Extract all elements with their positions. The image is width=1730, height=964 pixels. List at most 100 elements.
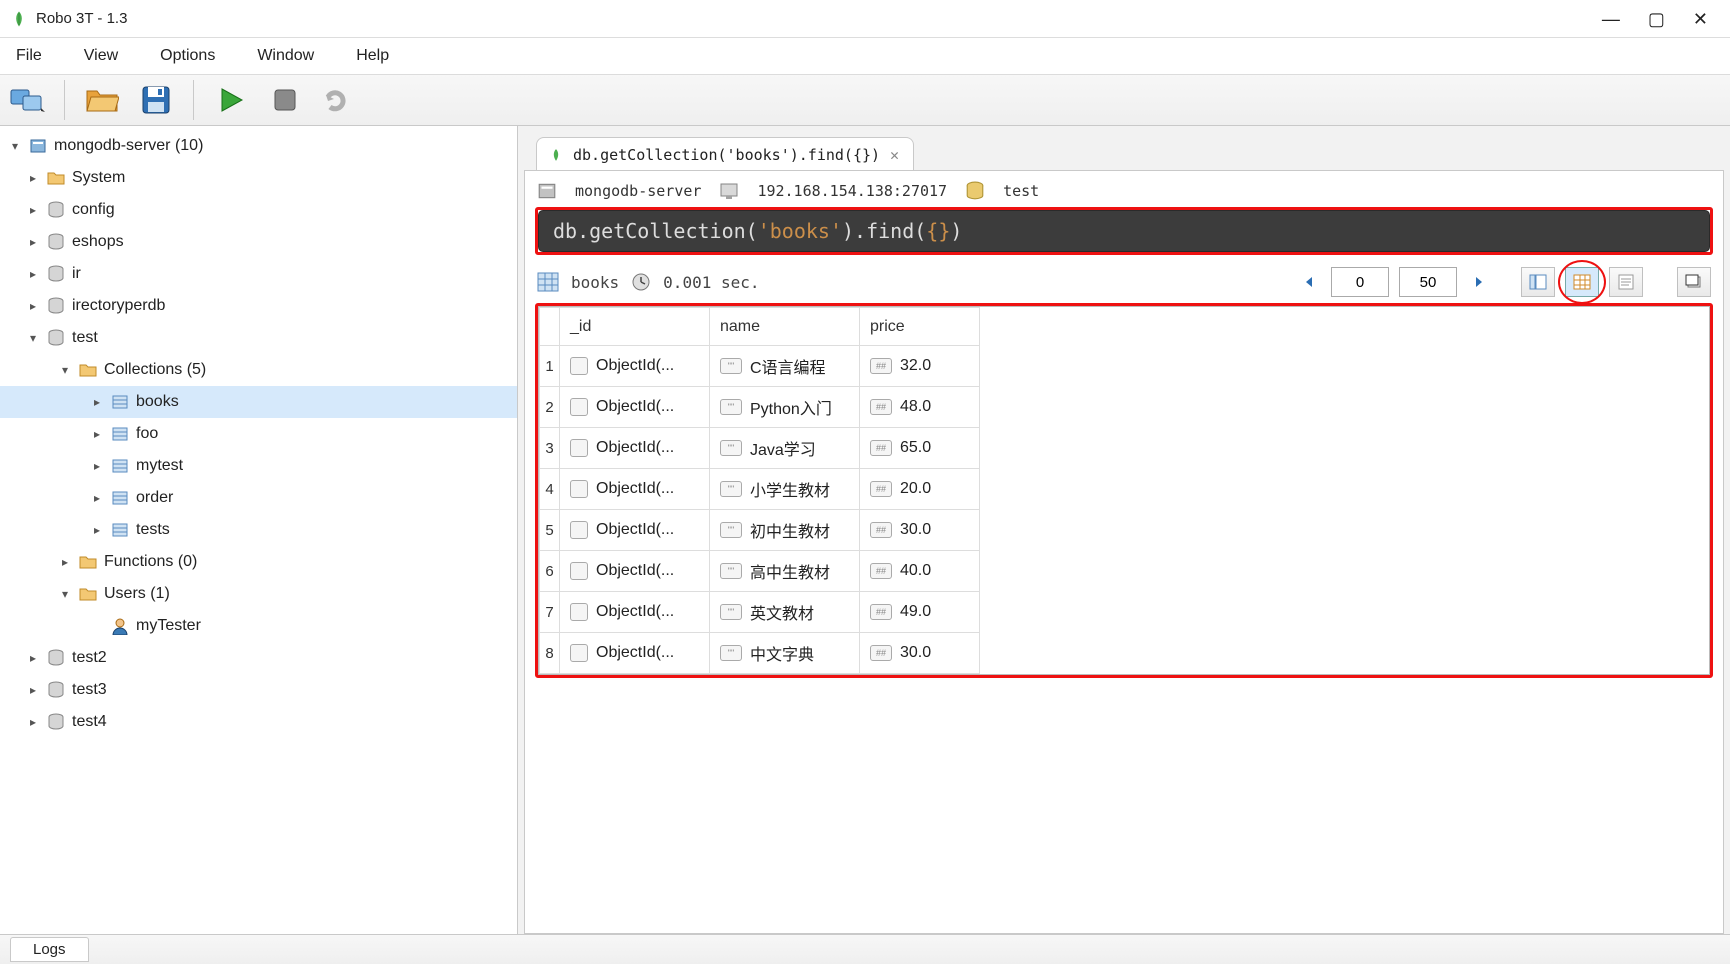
chevron-down-icon[interactable]: ▾ (24, 329, 42, 347)
menu-window[interactable]: Window (251, 43, 320, 69)
page-offset-input[interactable] (1331, 267, 1389, 297)
chevron-down-icon[interactable]: ▾ (56, 361, 74, 379)
result-grid[interactable]: _id name price 1ObjectId(...""C语言编程##32.… (538, 306, 1710, 675)
chevron-right-icon[interactable]: ▸ (88, 489, 106, 507)
tree-server[interactable]: ▾ mongodb-server (10) (0, 130, 517, 162)
row-number: 1 (540, 346, 560, 387)
chevron-down-icon[interactable]: ▾ (56, 585, 74, 603)
cell-id: ObjectId(... (596, 398, 674, 416)
table-row[interactable]: 6ObjectId(...""高中生教材##40.0 (540, 551, 980, 592)
chevron-right-icon[interactable]: ▸ (24, 265, 42, 283)
chevron-right-icon[interactable]: ▸ (24, 169, 42, 187)
page-limit-input[interactable] (1399, 267, 1457, 297)
status-bar: Logs (0, 934, 1730, 964)
connect-button[interactable] (6, 79, 48, 121)
tree-functions[interactable]: ▸ Functions (0) (0, 546, 517, 578)
close-button[interactable]: ✕ (1693, 10, 1708, 28)
tree-label: order (136, 489, 173, 507)
chevron-right-icon[interactable]: ▸ (56, 553, 74, 571)
query-editor[interactable]: db.getCollection('books').find({}) (538, 210, 1710, 252)
chevron-right-icon[interactable]: ▸ (24, 681, 42, 699)
tree-user-mytester[interactable]: myTester (0, 610, 517, 642)
chevron-right-icon[interactable]: ▸ (24, 297, 42, 315)
database-icon (46, 200, 66, 220)
chevron-down-icon[interactable]: ▾ (6, 137, 24, 155)
chevron-right-icon[interactable]: ▸ (24, 233, 42, 251)
tree-collection-order[interactable]: ▸ order (0, 482, 517, 514)
tree-server-label: mongodb-server (10) (54, 137, 203, 155)
folder-icon (46, 168, 66, 188)
folder-icon (78, 584, 98, 604)
tree-db-irectoryperdb[interactable]: ▸ irectoryperdb (0, 290, 517, 322)
tree-db-ir[interactable]: ▸ ir (0, 258, 517, 290)
tree-collection-books[interactable]: ▸ books (0, 386, 517, 418)
menu-file[interactable]: File (10, 43, 48, 69)
stop-button[interactable] (264, 79, 306, 121)
cell-name: Java学习 (750, 436, 816, 460)
cell-id: ObjectId(... (596, 644, 674, 662)
view-tree-button[interactable] (1521, 267, 1555, 297)
logs-button[interactable]: Logs (10, 937, 89, 962)
string-icon: "" (720, 645, 742, 661)
chevron-right-icon[interactable]: ▸ (88, 393, 106, 411)
chevron-right-icon[interactable]: ▸ (24, 713, 42, 731)
save-button[interactable] (135, 79, 177, 121)
tree-users[interactable]: ▾ Users (1) (0, 578, 517, 610)
open-button[interactable] (81, 79, 123, 121)
tab-close-icon[interactable]: ✕ (890, 146, 899, 164)
table-row[interactable]: 2ObjectId(...""Python入门##48.0 (540, 387, 980, 428)
col-name[interactable]: name (710, 308, 860, 346)
tree-collections[interactable]: ▾ Collections (5) (0, 354, 517, 386)
tree-label: Users (1) (104, 585, 170, 603)
chevron-right-icon[interactable]: ▸ (88, 521, 106, 539)
minimize-button[interactable]: — (1602, 10, 1620, 28)
table-row[interactable]: 8ObjectId(...""中文字典##30.0 (540, 633, 980, 674)
table-row[interactable]: 5ObjectId(...""初中生教材##30.0 (540, 510, 980, 551)
chevron-right-icon[interactable]: ▸ (24, 649, 42, 667)
view-table-button[interactable] (1565, 267, 1599, 297)
tree-collection-foo[interactable]: ▸ foo (0, 418, 517, 450)
cell-price: 48.0 (900, 398, 931, 416)
cell-name: Python入门 (750, 395, 832, 419)
chevron-right-icon[interactable]: ▸ (88, 425, 106, 443)
menu-options[interactable]: Options (154, 43, 221, 69)
cell-name: 中文字典 (750, 641, 814, 665)
tree-db-test4[interactable]: ▸ test4 (0, 706, 517, 738)
col-id[interactable]: _id (560, 308, 710, 346)
execute-button[interactable] (210, 79, 252, 121)
tree-collection-tests[interactable]: ▸ tests (0, 514, 517, 546)
table-row[interactable]: 4ObjectId(...""小学生教材##20.0 (540, 469, 980, 510)
menu-view[interactable]: View (78, 43, 124, 69)
cell-name: 高中生教材 (750, 559, 830, 583)
page-prev-button[interactable] (1297, 270, 1321, 294)
tree-collection-mytest[interactable]: ▸ mytest (0, 450, 517, 482)
tab-query[interactable]: db.getCollection('books').find({}) ✕ (536, 137, 914, 170)
connection-tree[interactable]: ▾ mongodb-server (10) ▸ System ▸ config … (0, 126, 518, 934)
leaf-icon (549, 147, 563, 163)
rotate-button[interactable] (318, 79, 360, 121)
table-row[interactable]: 3ObjectId(...""Java学习##65.0 (540, 428, 980, 469)
col-price[interactable]: price (860, 308, 980, 346)
tree-db-eshops[interactable]: ▸ eshops (0, 226, 517, 258)
row-number: 8 (540, 633, 560, 674)
tree-label: test2 (72, 649, 107, 667)
view-popout-button[interactable] (1677, 267, 1711, 297)
chevron-right-icon[interactable]: ▸ (88, 457, 106, 475)
table-row[interactable]: 7ObjectId(...""英文教材##49.0 (540, 592, 980, 633)
cell-name: 初中生教材 (750, 518, 830, 542)
string-icon: "" (720, 399, 742, 415)
page-next-button[interactable] (1467, 270, 1491, 294)
maximize-button[interactable]: ▢ (1648, 10, 1665, 28)
result-collection: books (571, 273, 619, 292)
tree-db-config[interactable]: ▸ config (0, 194, 517, 226)
view-text-button[interactable] (1609, 267, 1643, 297)
chevron-right-icon[interactable]: ▸ (24, 201, 42, 219)
menu-help[interactable]: Help (350, 43, 395, 69)
tree-db-test[interactable]: ▾ test (0, 322, 517, 354)
tree-db-test3[interactable]: ▸ test3 (0, 674, 517, 706)
tree-system[interactable]: ▸ System (0, 162, 517, 194)
table-row[interactable]: 1ObjectId(...""C语言编程##32.0 (540, 346, 980, 387)
server-icon (28, 136, 48, 156)
database-icon (46, 712, 66, 732)
tree-db-test2[interactable]: ▸ test2 (0, 642, 517, 674)
